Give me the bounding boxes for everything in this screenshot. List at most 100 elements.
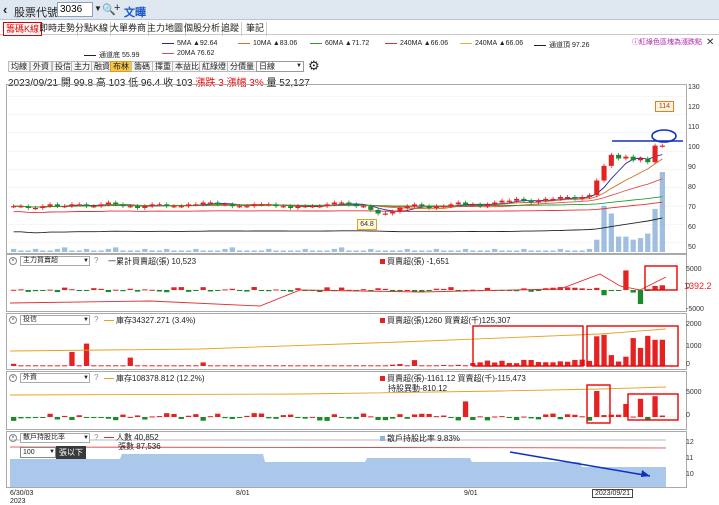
pane-main-force-right: 買賣超(張) -1,651 bbox=[380, 256, 449, 267]
pane-foreign-right-label: 買賣超(張)-1161.12 買賣超(千)-115,473 bbox=[387, 374, 526, 383]
candle-body bbox=[565, 197, 571, 199]
volume-bar bbox=[462, 248, 469, 252]
main-axis-tick: 100 bbox=[688, 144, 700, 151]
volume-bar bbox=[193, 248, 199, 252]
candle-body bbox=[135, 206, 141, 208]
candle-body bbox=[528, 200, 534, 203]
pane-axis-tick: 5000 bbox=[686, 266, 702, 273]
candle-body bbox=[113, 202, 119, 205]
candle-body bbox=[426, 206, 432, 208]
volume-bar bbox=[652, 208, 658, 252]
candle-body bbox=[637, 158, 644, 161]
chevron-down-icon: ▼ bbox=[83, 317, 89, 323]
low-price-label: 64.8 bbox=[357, 219, 377, 230]
pane-axis-tick: 0 bbox=[686, 412, 690, 419]
candle-body bbox=[382, 213, 388, 215]
candle-body bbox=[499, 200, 505, 203]
volume-bar bbox=[113, 247, 119, 252]
pane-retail-right-label: 散戶持股比率 9.83% bbox=[387, 434, 460, 443]
volume-bar bbox=[258, 250, 265, 252]
volume-bar bbox=[397, 250, 403, 252]
pane-axis-tick: 10 bbox=[686, 471, 694, 478]
candle-body bbox=[47, 204, 53, 207]
volume-bar bbox=[543, 250, 549, 252]
pane-select-trust[interactable]: 投信 ▼ bbox=[20, 315, 90, 325]
pane-close-icon[interactable]: × bbox=[9, 316, 17, 324]
candle-body bbox=[652, 145, 658, 163]
cursor-date-label: 2023/09/21 bbox=[592, 489, 634, 498]
pane-select-main-force[interactable]: 主力買賣超 ▼ bbox=[20, 256, 90, 266]
candle-body bbox=[215, 202, 221, 205]
high-price-label: 114 bbox=[655, 101, 674, 112]
candle-body bbox=[441, 206, 447, 208]
candle-body bbox=[309, 206, 316, 208]
candle-body bbox=[186, 204, 192, 207]
candle-body bbox=[506, 200, 512, 202]
candle-body bbox=[477, 204, 483, 207]
candle-body bbox=[91, 206, 97, 208]
pane-trust-right: 買賣超(張)1260 買賣超(千)125,307 bbox=[380, 315, 511, 326]
candle-body bbox=[543, 198, 549, 201]
volume-bar bbox=[164, 248, 170, 252]
candle-body bbox=[572, 197, 578, 199]
pane-main-force-left-label: 一累計買賣超(張) 10,523 bbox=[108, 257, 197, 266]
chevron-down-icon: ▼ bbox=[83, 258, 89, 264]
candle-body bbox=[324, 204, 330, 207]
candle-body bbox=[11, 206, 17, 208]
pane-close-icon[interactable]: × bbox=[9, 374, 17, 382]
help-icon[interactable]: ? bbox=[94, 256, 98, 265]
pane-select-foreign[interactable]: 外資 ▼ bbox=[20, 373, 90, 383]
volume-bar bbox=[185, 250, 192, 252]
rank-select[interactable]: 100 ▼ bbox=[20, 447, 56, 458]
candle-body bbox=[608, 154, 614, 166]
volume-bar bbox=[120, 250, 126, 252]
legend-swatch bbox=[380, 376, 385, 382]
candle-body bbox=[258, 204, 265, 206]
volume-bar bbox=[368, 248, 374, 252]
candle-body bbox=[579, 197, 585, 199]
candle-body bbox=[404, 206, 410, 208]
volume-bar bbox=[637, 238, 644, 252]
volume-bar bbox=[76, 250, 82, 252]
candle-body bbox=[83, 204, 90, 207]
pane-retail-right: 散戶持股比率 9.83% bbox=[380, 433, 460, 444]
volume-bar bbox=[215, 250, 221, 252]
chevron-down-icon: ▼ bbox=[83, 375, 89, 381]
candle-body bbox=[492, 202, 498, 205]
candle-body bbox=[550, 198, 556, 201]
volume-bar bbox=[477, 250, 483, 252]
help-icon[interactable]: ? bbox=[94, 315, 98, 324]
pane-select-retail[interactable]: 散戶持股比率 ▼ bbox=[20, 433, 90, 443]
date-label-year: 2023 bbox=[10, 498, 26, 505]
pane-select-label: 主力買賣超 bbox=[23, 257, 58, 264]
candle-body bbox=[18, 206, 24, 208]
volume-bar bbox=[149, 250, 155, 252]
highlight-ellipse bbox=[651, 129, 677, 143]
candle-body bbox=[164, 204, 170, 207]
candle-body bbox=[302, 206, 308, 208]
volume-bar bbox=[426, 250, 432, 252]
help-icon[interactable]: ? bbox=[94, 373, 98, 382]
volume-bar bbox=[83, 248, 90, 252]
volume-bar bbox=[360, 250, 367, 252]
ma60-line bbox=[13, 196, 663, 208]
volume-bar bbox=[506, 250, 512, 252]
pane-close-icon[interactable]: × bbox=[9, 257, 17, 265]
candle-body bbox=[331, 202, 337, 205]
candle-body bbox=[40, 206, 46, 208]
candle-body bbox=[244, 206, 250, 208]
candle-body bbox=[645, 158, 651, 163]
candle-body bbox=[273, 204, 279, 207]
volume-bar bbox=[615, 236, 622, 252]
help-icon[interactable]: ? bbox=[94, 433, 98, 442]
volume-bar bbox=[608, 213, 614, 252]
volume-bar bbox=[156, 250, 163, 252]
candle-body bbox=[105, 202, 111, 205]
main-axis-tick: 110 bbox=[688, 124, 700, 131]
pane-retail-left-label-2: 張數 87,536 bbox=[118, 442, 161, 451]
pane-close-icon[interactable]: × bbox=[9, 434, 17, 442]
volume-bar bbox=[295, 250, 301, 252]
candle-body bbox=[288, 206, 294, 208]
candle-body bbox=[222, 204, 228, 206]
legend-swatch bbox=[380, 318, 385, 324]
